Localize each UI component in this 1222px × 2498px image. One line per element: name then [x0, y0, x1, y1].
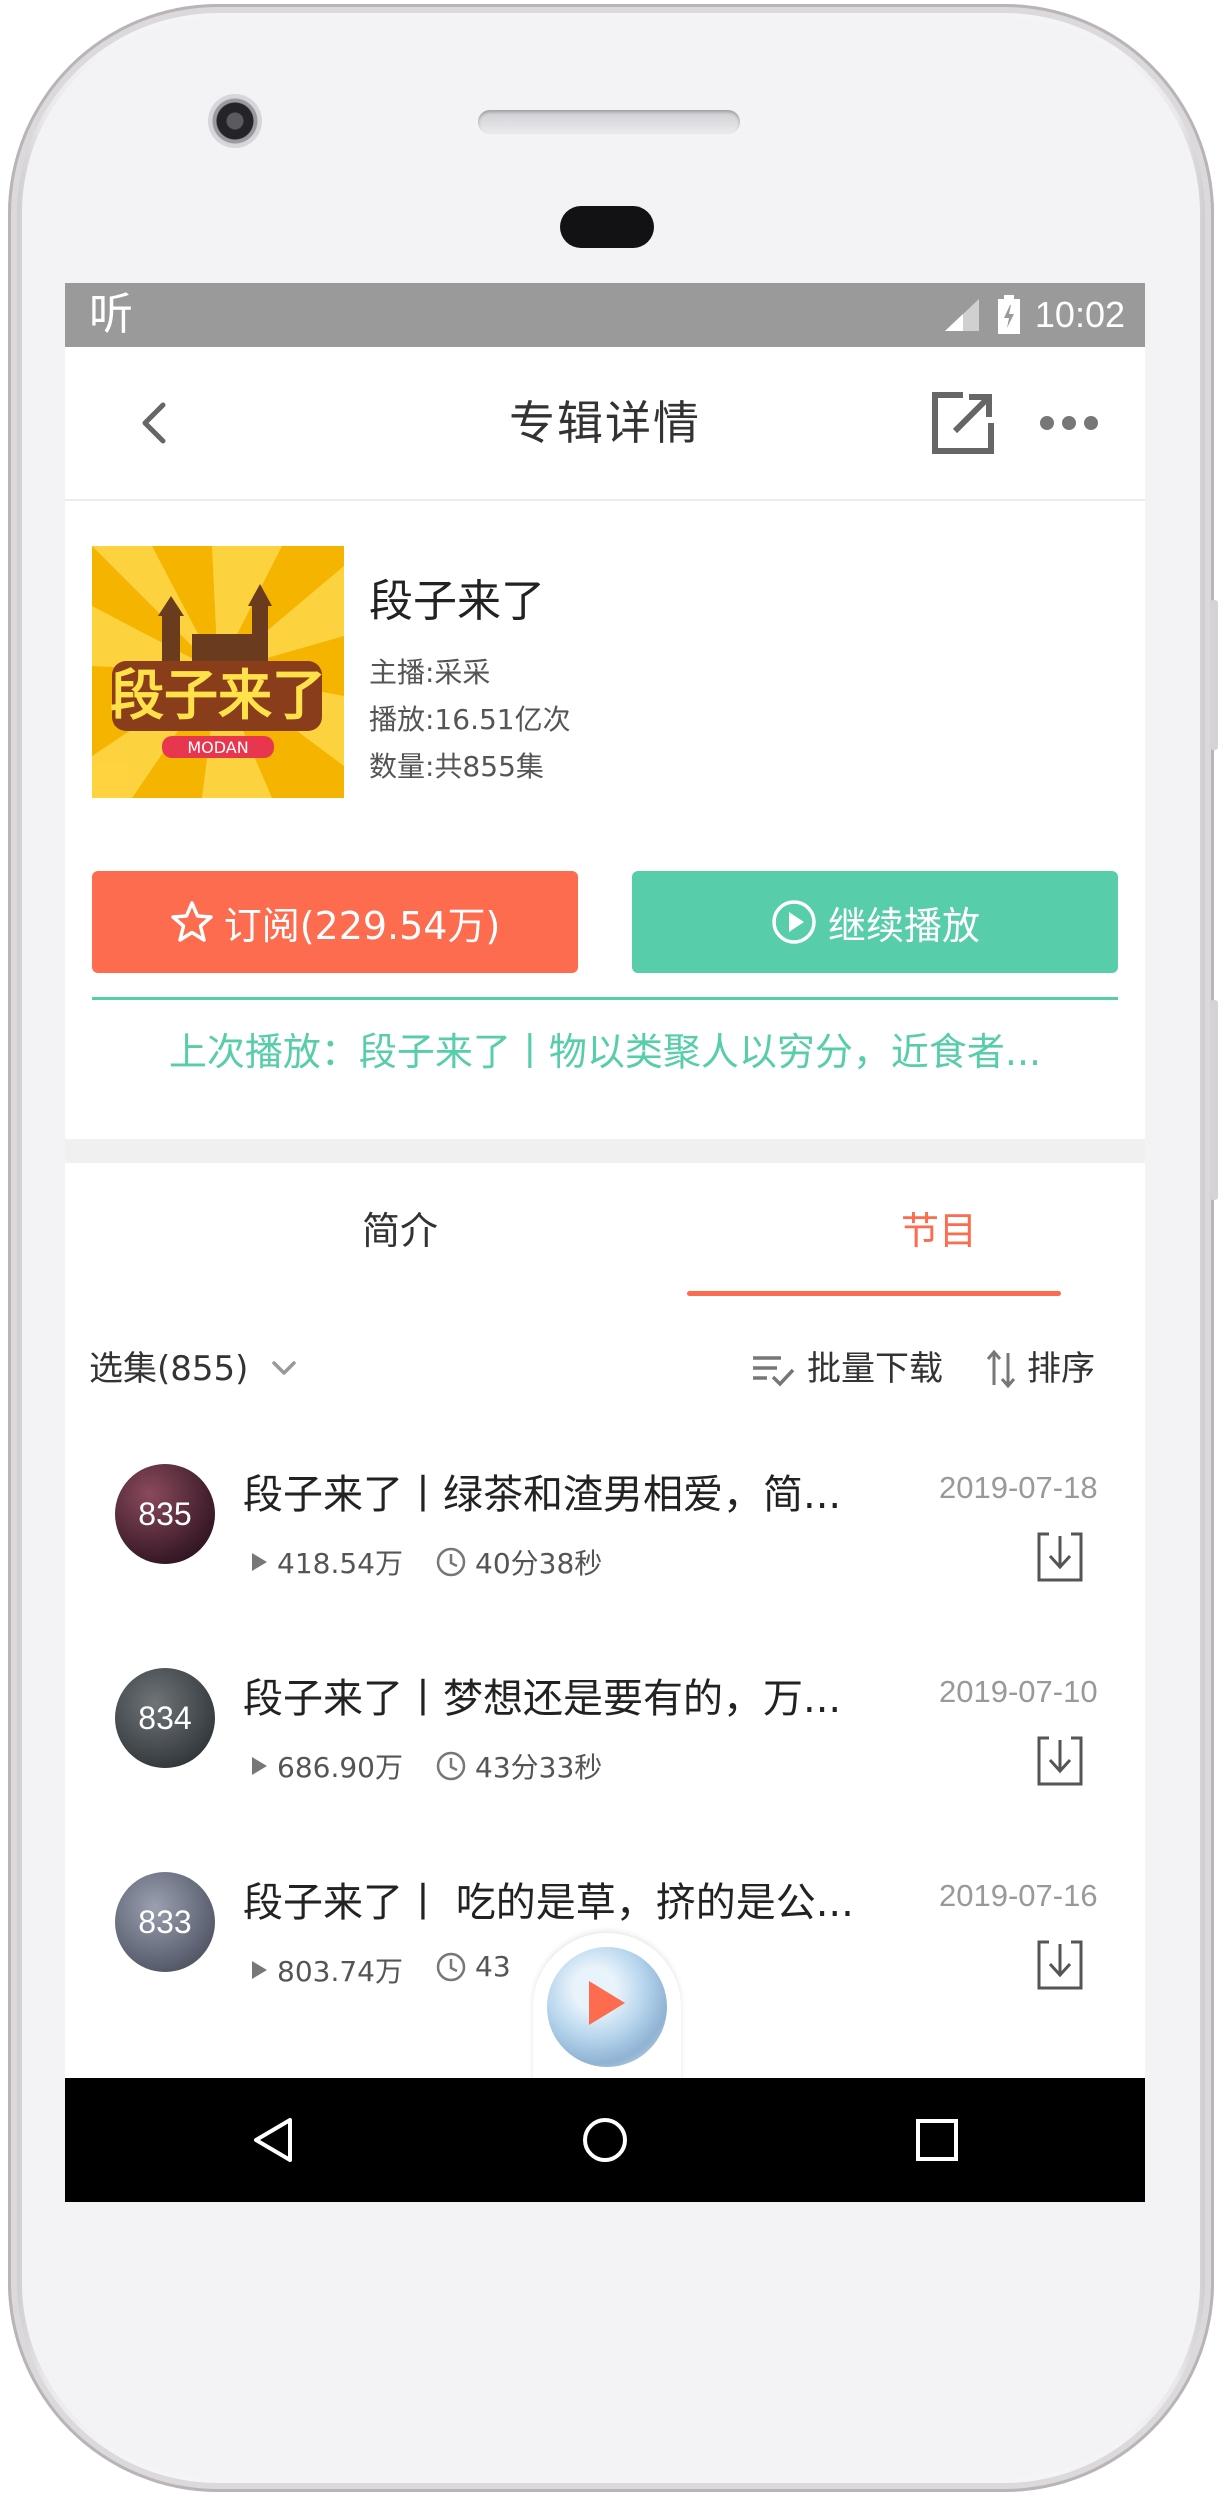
play-triangle-icon — [252, 1757, 267, 1775]
status-bar: 听 10:02 — [65, 283, 1145, 347]
mini-player[interactable] — [533, 1933, 681, 2083]
album-episode-count: 数量:共855集 — [369, 750, 544, 783]
download-icon[interactable] — [1035, 1734, 1085, 1788]
episode-number: 834 — [138, 1699, 192, 1736]
play-circle-icon — [772, 900, 816, 944]
episode-plays: 418.54万 — [249, 1542, 403, 1582]
list-item[interactable]: 835 段子来了丨绿茶和渣男相爱，简... 2019-07-18 418.54万… — [65, 1448, 1145, 1652]
episode-plays-value: 686.90万 — [277, 1751, 403, 1784]
app-screen: 听 10:02 专辑详情 段子来了 MODAN 段子来了 主播:采采 播放:16… — [65, 283, 1145, 2202]
episode-avatar: 833 — [115, 1872, 215, 1972]
episode-duration: 43 — [435, 1950, 511, 1983]
sort-label: 排序 — [1027, 1349, 1095, 1389]
play-icon — [589, 1981, 625, 2025]
front-camera — [208, 94, 262, 148]
chevron-down-icon — [272, 1361, 297, 1375]
play-triangle-icon — [252, 1553, 267, 1571]
top-nav: 专辑详情 — [65, 347, 1145, 501]
play-triangle-icon — [252, 1961, 267, 1979]
episode-select-label: 选集(855) — [89, 1349, 249, 1389]
clock-icon — [436, 1547, 466, 1577]
episode-date: 2019-07-16 — [939, 1878, 1098, 1913]
sort-arrows-icon — [986, 1349, 1016, 1389]
episode-date: 2019-07-18 — [939, 1470, 1098, 1505]
power-button — [1210, 1000, 1218, 1200]
episode-date: 2019-07-10 — [939, 1674, 1098, 1709]
batch-download-button[interactable]: 批量下载 — [751, 1323, 943, 1415]
last-played-link[interactable]: 上次播放：段子来了丨物以类聚人以穷分，近食者... — [92, 1003, 1118, 1101]
tab-programs[interactable]: 节目 — [739, 1163, 1139, 1299]
album-cover-title: 段子来了 — [110, 664, 326, 727]
episode-plays: 686.90万 — [249, 1746, 403, 1786]
episode-duration: 40分38秒 — [435, 1542, 602, 1582]
album-plays: 播放:16.51亿次 — [369, 703, 571, 736]
album-info: 段子来了 MODAN 段子来了 主播:采采 播放:16.51亿次 数量:共855… — [65, 501, 1145, 861]
episode-plays-value: 803.74万 — [277, 1955, 403, 1988]
nav-home-icon[interactable] — [581, 2116, 629, 2164]
episode-plays: 803.74万 — [249, 1950, 403, 1990]
batch-download-label: 批量下载 — [807, 1349, 943, 1389]
tab-intro[interactable]: 简介 — [200, 1163, 600, 1299]
proximity-sensor — [560, 206, 654, 248]
episode-duration-value: 43 — [475, 1950, 511, 1983]
clock-icon — [436, 1751, 466, 1781]
list-controls: 选集(855) 批量下载 排序 — [65, 1323, 1145, 1415]
battery-icon — [997, 295, 1020, 334]
album-cover-subtitle: MODAN — [187, 738, 248, 757]
continue-play-button[interactable]: 继续播放 — [632, 871, 1118, 973]
subscribe-label: 订阅(229.54万) — [223, 903, 501, 948]
status-icons: 10:02 — [943, 283, 1125, 347]
download-icon[interactable] — [1035, 1938, 1085, 1992]
episode-title: 段子来了丨梦想还是要有的，万... — [243, 1676, 842, 1722]
episode-select-dropdown[interactable]: 选集(855) — [89, 1323, 298, 1415]
more-dots-icon[interactable] — [1037, 403, 1101, 443]
episode-duration-value: 40分38秒 — [475, 1547, 603, 1580]
earpiece-speaker — [478, 110, 740, 134]
album-cover-art: 段子来了 MODAN — [92, 546, 344, 798]
album-host: 主播:采采 — [369, 656, 491, 689]
episode-duration-value: 43分33秒 — [475, 1751, 603, 1784]
subscribe-button[interactable]: 订阅(229.54万) — [92, 871, 578, 973]
system-nav-bar — [65, 2078, 1145, 2202]
download-icon[interactable] — [1035, 1530, 1085, 1584]
signal-icon — [944, 299, 979, 331]
phone-frame: 听 10:02 专辑详情 段子来了 MODAN 段子来了 主播:采采 播放:16… — [0, 0, 1222, 2498]
checklist-icon — [753, 1356, 795, 1387]
section-divider — [65, 1139, 1145, 1163]
episode-duration: 43分33秒 — [435, 1746, 602, 1786]
volume-button — [1210, 600, 1218, 750]
sort-button[interactable]: 排序 — [985, 1323, 1095, 1415]
nav-recents-icon[interactable] — [915, 2118, 959, 2162]
list-item[interactable]: 834 段子来了丨梦想还是要有的，万... 2019-07-10 686.90万… — [65, 1652, 1145, 1856]
episode-avatar: 834 — [115, 1668, 215, 1768]
star-icon — [170, 901, 213, 942]
clock-icon — [436, 1952, 466, 1981]
status-app-label: 听 — [89, 289, 133, 340]
active-tab-indicator — [687, 1291, 1061, 1296]
status-time: 10:02 — [1034, 294, 1125, 335]
divider — [92, 997, 1118, 1000]
share-external-icon[interactable] — [927, 387, 999, 459]
episode-title: 段子来了丨绿茶和渣男相爱，简... — [243, 1472, 842, 1518]
nav-back-icon[interactable] — [250, 2116, 298, 2164]
album-title: 段子来了 — [369, 576, 545, 627]
continue-play-label: 继续播放 — [827, 903, 980, 948]
episode-number: 835 — [138, 1495, 192, 1532]
album-cover[interactable]: 段子来了 MODAN — [92, 546, 344, 798]
episode-avatar: 835 — [115, 1464, 215, 1564]
episode-title: 段子来了丨 吃的是草，挤的是公... — [243, 1880, 854, 1926]
episode-plays-value: 418.54万 — [277, 1547, 403, 1580]
episode-number: 833 — [138, 1903, 192, 1940]
